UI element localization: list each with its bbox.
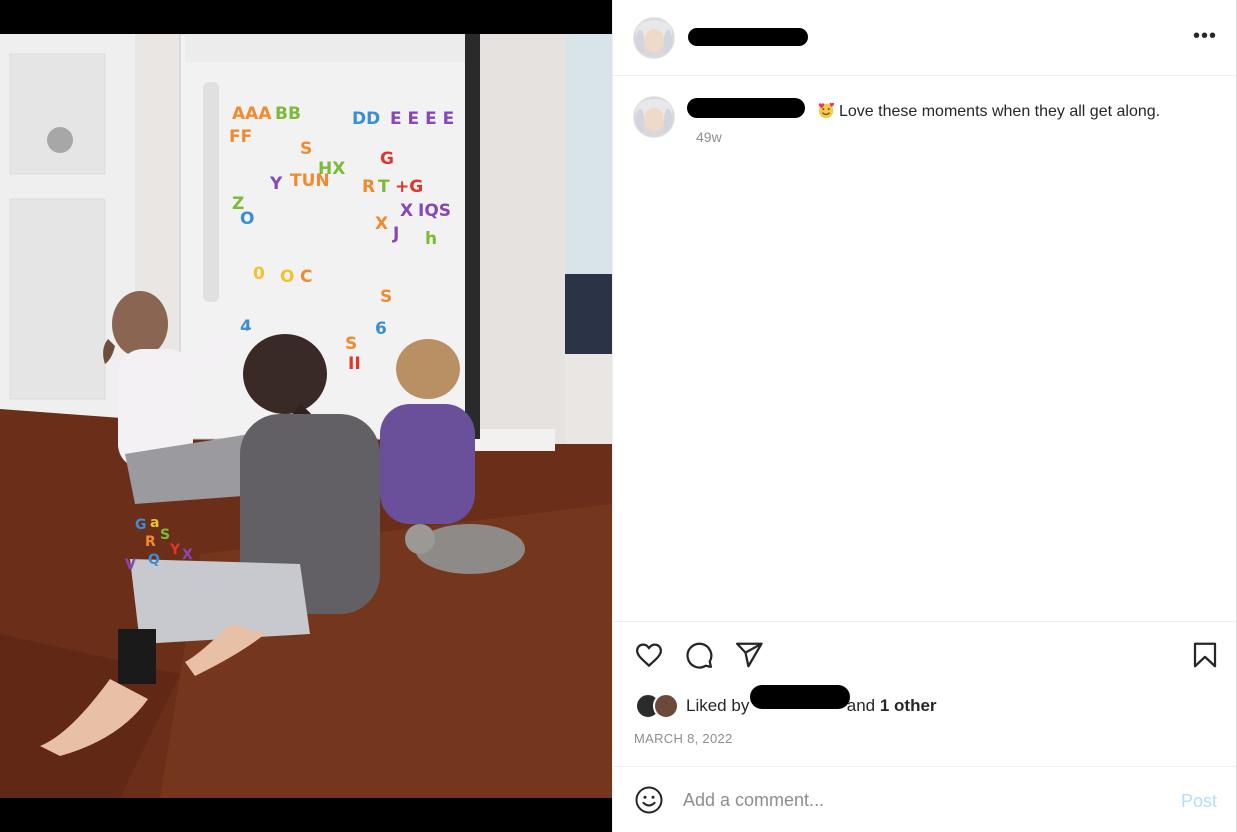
svg-text:S: S — [160, 527, 170, 543]
post-time-ago[interactable]: 49w — [696, 129, 722, 145]
liked-by-others[interactable]: 1 other — [880, 696, 937, 715]
smiley-icon[interactable] — [634, 785, 664, 815]
comment-bar: Post — [613, 766, 1236, 832]
liker-avatar[interactable] — [653, 693, 679, 719]
svg-text:V: V — [125, 557, 136, 573]
comment-icon[interactable] — [684, 640, 714, 670]
svg-text:S: S — [345, 334, 357, 354]
author-avatar[interactable] — [633, 17, 675, 59]
bookmark-icon[interactable] — [1190, 640, 1220, 670]
svg-text:h: h — [425, 229, 437, 249]
svg-text:Q: Q — [148, 552, 160, 568]
svg-text:BB: BB — [275, 104, 301, 124]
redaction-mark — [688, 28, 808, 46]
post-photo-illustration: AAA BB DD E E E E FF S G Y TUN HX R T +G… — [0, 34, 612, 798]
svg-text:X: X — [400, 201, 413, 221]
svg-text:O: O — [280, 267, 294, 287]
heart-icon[interactable] — [634, 640, 664, 670]
post-actions: Liked by and 1 other MARCH 8, 2022 — [613, 621, 1236, 767]
more-options-icon[interactable]: ••• — [1191, 26, 1219, 46]
svg-text:X: X — [182, 547, 193, 563]
svg-text:S: S — [300, 139, 312, 159]
svg-text:G: G — [380, 149, 394, 169]
svg-text:O: O — [240, 209, 254, 229]
svg-text:T: T — [378, 177, 390, 197]
svg-text:FF: FF — [229, 127, 252, 147]
post-side-panel: ••• Love these moments when they all get… — [612, 0, 1237, 832]
svg-text:0: 0 — [253, 264, 265, 284]
svg-text:a: a — [150, 515, 159, 531]
svg-text:R: R — [362, 177, 375, 197]
svg-text:R: R — [145, 534, 156, 550]
post-caption: Love these moments when they all get alo… — [687, 98, 1207, 122]
svg-text:II: II — [348, 354, 361, 374]
svg-text:DD: DD — [352, 109, 380, 129]
svg-text:C: C — [300, 267, 312, 287]
caption-author-avatar[interactable] — [633, 96, 675, 138]
post-header: ••• — [613, 0, 1236, 76]
svg-text:6: 6 — [375, 319, 387, 339]
svg-text:E E E E: E E E E — [390, 109, 454, 129]
svg-text:+G: +G — [395, 177, 423, 197]
post-date: MARCH 8, 2022 — [634, 731, 733, 746]
svg-text:IQS: IQS — [418, 201, 451, 221]
svg-text:X: X — [375, 214, 388, 234]
svg-text:AAA: AAA — [232, 104, 272, 124]
caption-username[interactable] — [687, 98, 817, 116]
redaction-mark — [750, 685, 850, 709]
svg-text:S: S — [380, 287, 392, 307]
comment-input[interactable] — [683, 789, 1103, 811]
smiling-face-with-hearts-emoji — [818, 102, 835, 119]
post-photo[interactable]: AAA BB DD E E E E FF S G Y TUN HX R T +G… — [0, 34, 612, 798]
svg-text:Y: Y — [169, 542, 181, 558]
caption-text: Love these moments when they all get alo… — [839, 103, 1161, 120]
post-comment-button[interactable]: Post — [1181, 791, 1217, 812]
svg-text:J: J — [392, 224, 399, 244]
paper-plane-icon[interactable] — [734, 640, 764, 670]
svg-text:G: G — [135, 517, 147, 533]
svg-text:HX: HX — [318, 159, 345, 179]
photo-viewer: AAA BB DD E E E E FF S G Y TUN HX R T +G… — [0, 0, 612, 832]
svg-text:Y: Y — [269, 174, 283, 194]
